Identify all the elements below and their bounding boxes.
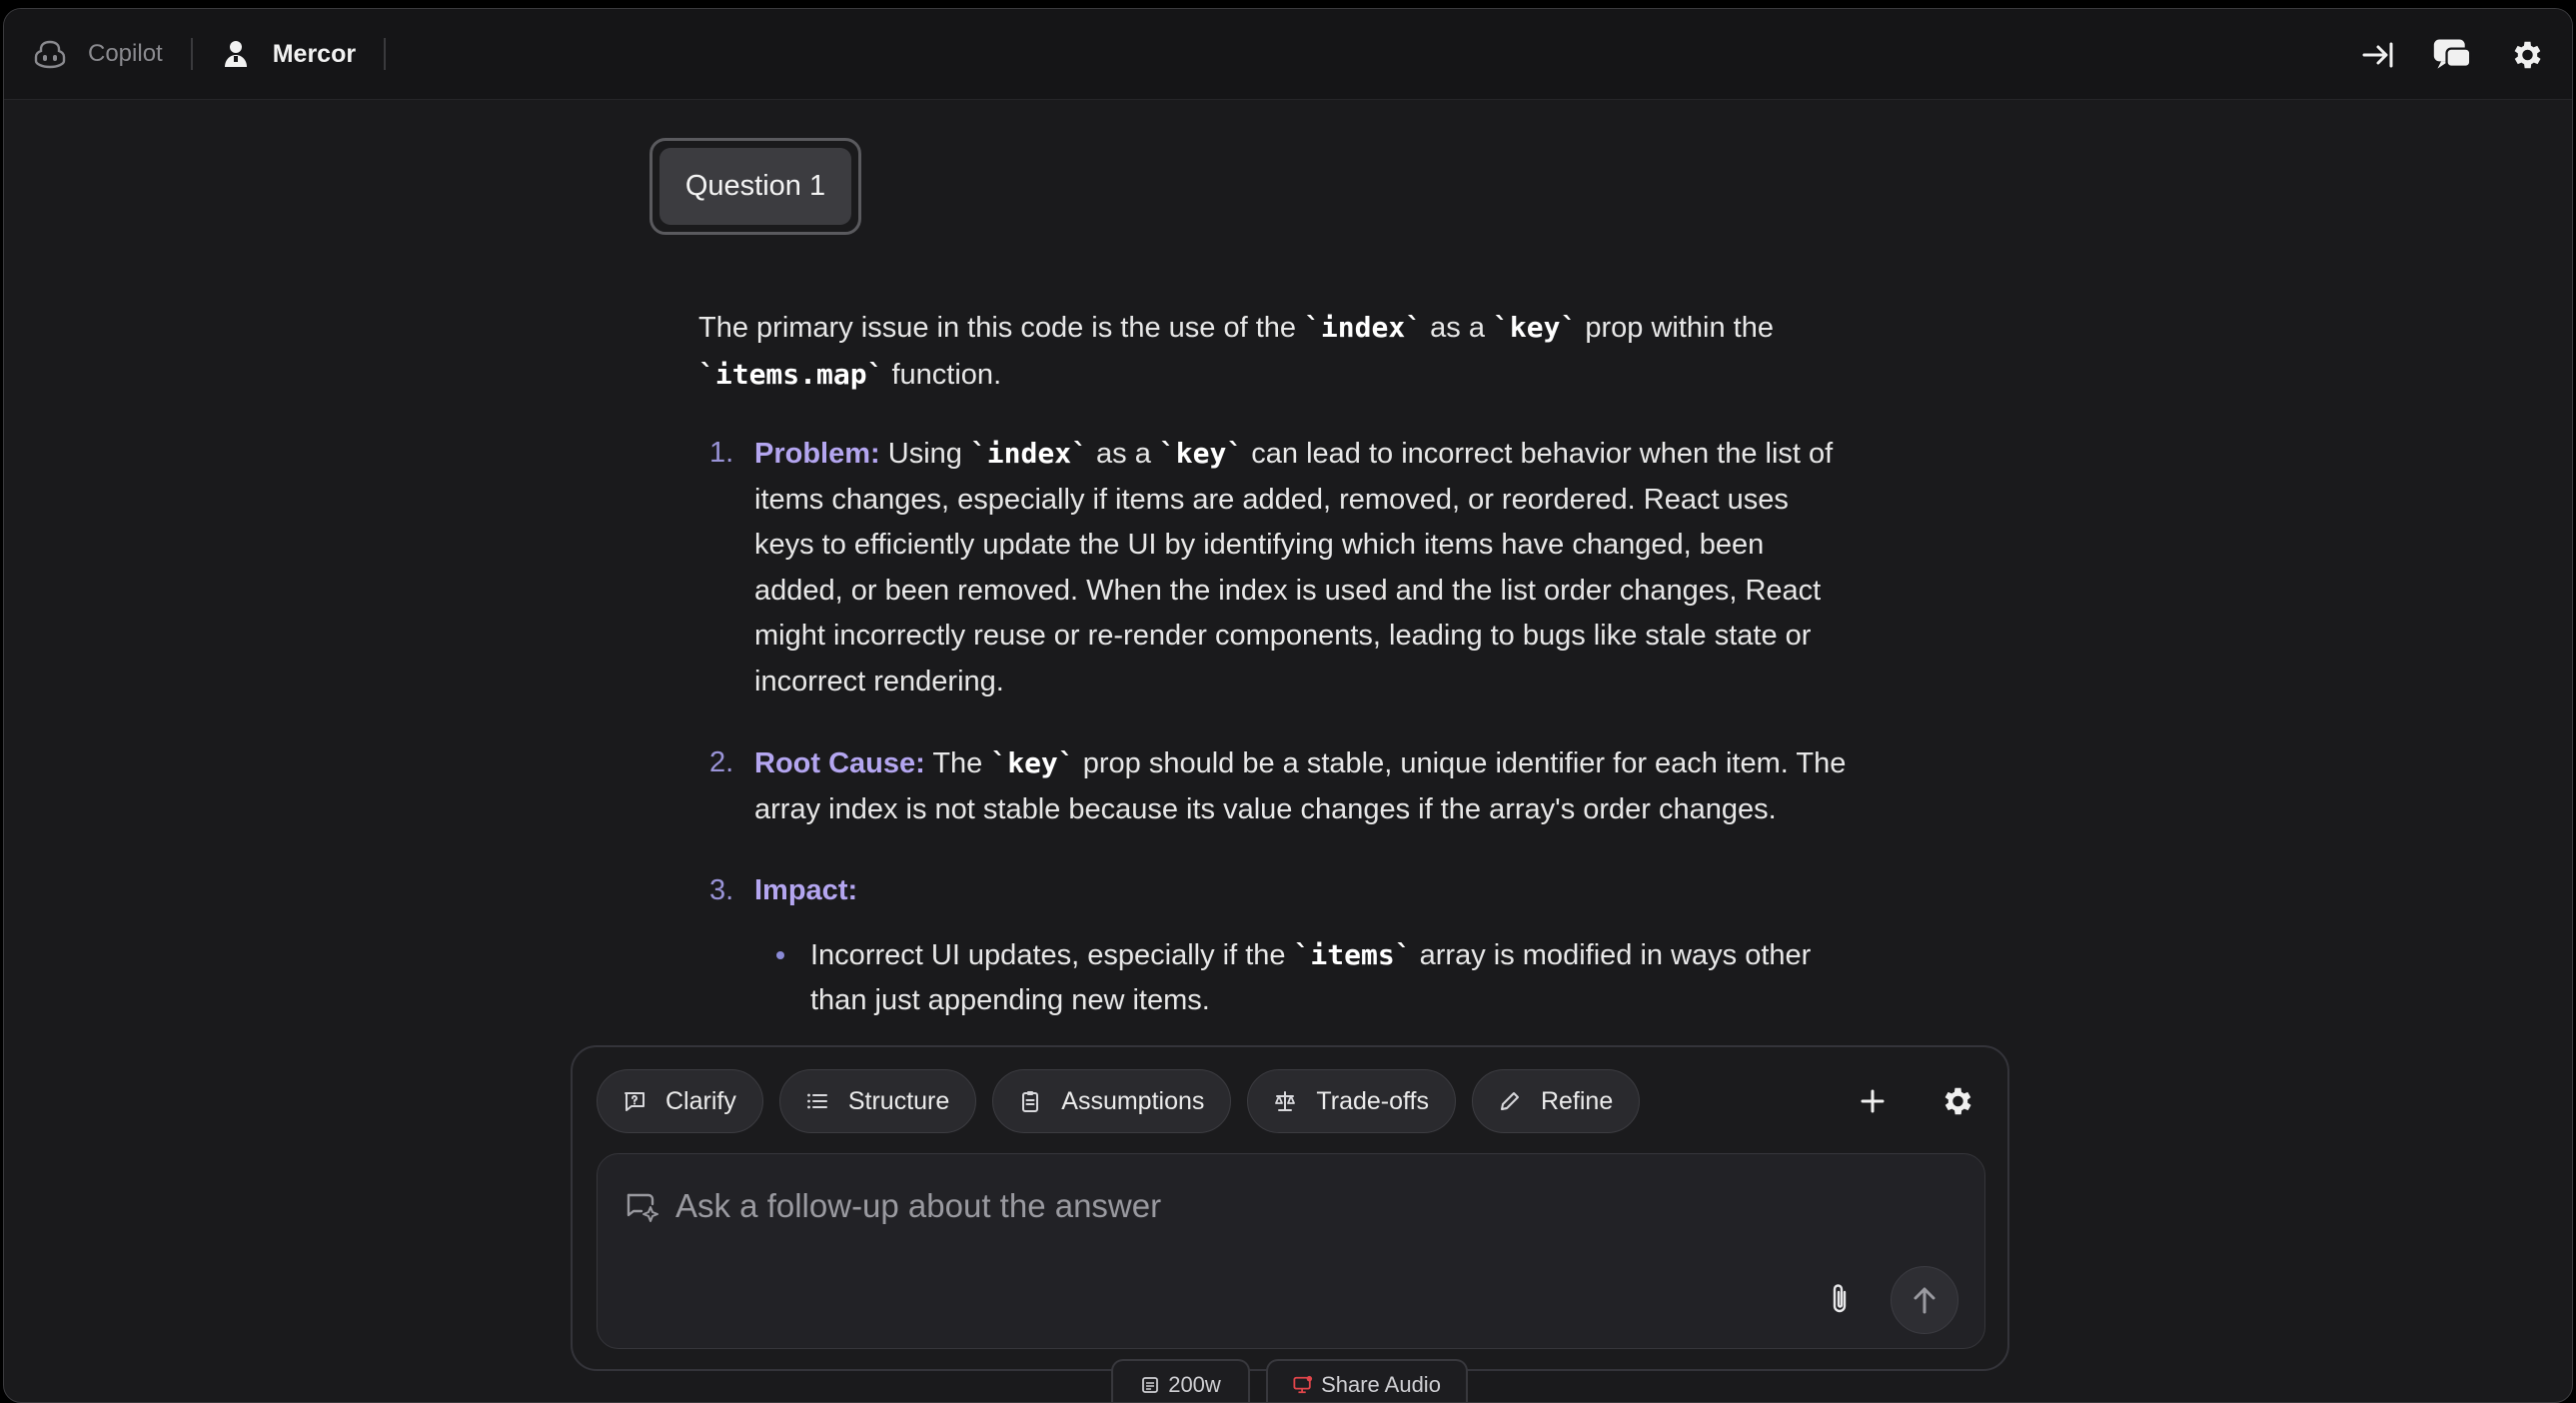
list-item: 2. Root Cause: The `key` prop should be … bbox=[709, 746, 1847, 825]
copilot-icon bbox=[32, 36, 68, 72]
copilot-label: Copilot bbox=[88, 40, 163, 67]
top-bar: Copilot Mercor bbox=[4, 9, 2572, 100]
answer-list: 1. Problem: Using `index` as a `key` can… bbox=[698, 431, 1848, 1024]
followup-input-box bbox=[597, 1153, 1985, 1349]
person-icon bbox=[221, 37, 251, 71]
workspace-label: Mercor bbox=[272, 39, 357, 68]
plus-icon[interactable] bbox=[1854, 1082, 1892, 1120]
question-label: Question 1 bbox=[659, 148, 851, 225]
workspace-tab[interactable]: Mercor bbox=[221, 9, 356, 99]
sparkle-icon bbox=[624, 1187, 661, 1225]
answer-intro: The primary issue in this code is the us… bbox=[698, 311, 1774, 391]
structure-chip[interactable]: Structure bbox=[778, 1069, 977, 1133]
attach-icon[interactable] bbox=[1821, 1280, 1859, 1318]
refine-chip[interactable]: Refine bbox=[1471, 1069, 1641, 1133]
followup-input[interactable] bbox=[675, 1178, 1775, 1234]
list-item: 1. Problem: Using `index` as a `key` can… bbox=[709, 437, 1834, 698]
collapse-panel-icon[interactable] bbox=[2358, 35, 2398, 75]
composer-panel: Clarify Structure Assumptions Trade-offs bbox=[571, 1045, 2009, 1371]
list-icon bbox=[804, 1088, 830, 1114]
pencil-icon bbox=[1497, 1088, 1523, 1114]
app-window: Copilot Mercor Question 1 The primary is… bbox=[3, 8, 2573, 1403]
divider bbox=[190, 38, 193, 70]
document-icon bbox=[1140, 1375, 1160, 1395]
send-button[interactable] bbox=[1891, 1266, 1958, 1334]
clarify-icon bbox=[622, 1088, 647, 1114]
assumptions-chip[interactable]: Assumptions bbox=[992, 1069, 1232, 1133]
divider bbox=[384, 38, 387, 70]
screen-share-icon bbox=[1293, 1375, 1313, 1395]
scale-icon bbox=[1272, 1088, 1298, 1114]
word-count-tab[interactable]: 200w bbox=[1111, 1359, 1250, 1402]
answer-content: The primary issue in this code is the us… bbox=[698, 305, 1848, 1024]
gear-icon[interactable] bbox=[2506, 35, 2546, 75]
clarify-chip[interactable]: Clarify bbox=[597, 1069, 763, 1133]
bullet-list: Incorrect UI updates, especially if the … bbox=[698, 932, 1848, 1024]
question-selector[interactable]: Question 1 bbox=[649, 138, 861, 235]
share-audio-tab[interactable]: Share Audio bbox=[1266, 1359, 1468, 1402]
composer-settings-icon[interactable] bbox=[1937, 1082, 1975, 1120]
action-chips: Clarify Structure Assumptions Trade-offs bbox=[597, 1069, 1641, 1133]
tradeoffs-chip[interactable]: Trade-offs bbox=[1247, 1069, 1456, 1133]
bullet-item: Incorrect UI updates, especially if the … bbox=[698, 932, 1848, 1024]
copilot-tab[interactable]: Copilot bbox=[32, 9, 163, 99]
list-item: 3. Impact: Incorrect UI updates, especia… bbox=[698, 868, 1848, 1024]
chat-icon[interactable] bbox=[2432, 35, 2472, 75]
clipboard-icon bbox=[1017, 1088, 1043, 1114]
